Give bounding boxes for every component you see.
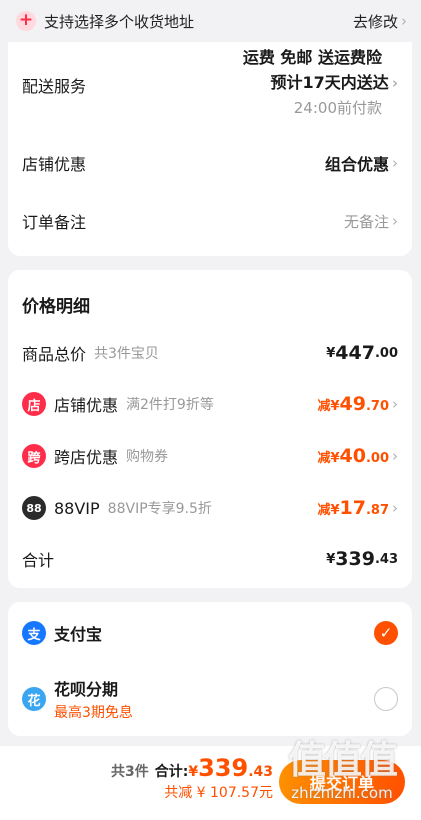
- discount-row[interactable]: 88 88VIP 88VIP专享9.5折 减¥17.87 ›: [22, 492, 398, 524]
- currency-symbol: ¥: [326, 551, 336, 567]
- vip88-icon-glyph: 88: [26, 501, 42, 515]
- chevron-right-icon: ›: [392, 154, 398, 172]
- amount-integer: 339: [198, 754, 249, 782]
- order-note-label: 订单备注: [22, 213, 87, 232]
- total-label: 合计: [22, 551, 55, 570]
- payment-option-huabei[interactable]: 花 花呗分期 最高3期免息: [22, 676, 398, 722]
- amount-integer: 447: [335, 342, 375, 364]
- cross-store-icon: 跨: [22, 444, 46, 468]
- huabei-icon-glyph: 花: [27, 693, 41, 709]
- discount-sub: 购物券: [126, 449, 169, 465]
- huabei-label: 花呗分期: [54, 680, 119, 699]
- total-label: 合计:: [154, 764, 189, 780]
- chevron-right-icon: ›: [392, 447, 398, 465]
- goods-count: 共3件宝贝: [94, 346, 159, 362]
- order-options-card: 配送服务 运费 免邮 送运费险 预计17天内送达 › 24:00前付款 店铺优惠 …: [8, 42, 412, 256]
- address-bar[interactable]: + 支持选择多个收货地址 去修改 ›: [0, 0, 421, 42]
- amount-decimal: .43: [374, 551, 398, 567]
- amount-decimal: .87: [365, 503, 389, 518]
- total-amount: ¥339.43: [326, 548, 398, 570]
- order-note-row[interactable]: 订单备注 无备注 ›: [22, 206, 398, 236]
- order-note-value: 无备注: [343, 212, 389, 231]
- payment-deadline: 24:00前付款: [293, 99, 382, 117]
- chevron-right-icon: ›: [392, 212, 398, 230]
- submit-order-button[interactable]: 提交订单: [279, 760, 405, 804]
- vip88-icon: 88: [22, 496, 46, 520]
- discount-row[interactable]: 跨 跨店优惠 购物券 减¥40.00 ›: [22, 440, 398, 472]
- amount-decimal: .00: [374, 345, 398, 361]
- chevron-right-icon: ›: [401, 12, 407, 30]
- alipay-icon-glyph: 支: [27, 627, 41, 643]
- shipping-label: 配送服务: [22, 77, 87, 96]
- goods-total-row: 商品总价 共3件宝贝 ¥447.00: [22, 338, 398, 368]
- payment-method-card: 支 支付宝 ✓ 花 花呗分期 最高3期免息: [8, 602, 412, 736]
- delivery-estimate-text: 预计17天内送达: [270, 73, 389, 92]
- delivery-estimate: 预计17天内送达 ›: [243, 70, 398, 96]
- store-discount-row[interactable]: 店铺优惠 组合优惠 ›: [22, 148, 398, 178]
- store-discount-label: 店铺优惠: [22, 155, 87, 174]
- checkout-total-amount: ¥339.43: [188, 754, 273, 782]
- selected-check-icon[interactable]: ✓: [374, 621, 398, 645]
- store-icon-glyph: 店: [27, 398, 41, 414]
- goods-total-amount: ¥447.00: [326, 342, 398, 364]
- price-detail-title: 价格明细: [22, 297, 90, 317]
- discount-amount: 减¥17.87: [317, 497, 389, 519]
- minus-prefix: 减¥: [317, 399, 340, 414]
- discount-amount: 减¥49.70: [317, 393, 389, 415]
- amount-integer: 49: [339, 393, 366, 415]
- amount-integer: 17: [339, 497, 366, 519]
- chevron-right-icon: ›: [392, 499, 398, 517]
- huabei-text: 花呗分期 最高3期免息: [54, 676, 133, 722]
- store-discount-value: 组合优惠: [324, 155, 389, 174]
- chevron-right-icon: ›: [392, 395, 398, 413]
- cross-store-icon-glyph: 跨: [27, 450, 41, 466]
- item-count: 共3件: [110, 764, 149, 780]
- discount-amount: 减¥40.00: [317, 445, 389, 467]
- amount-integer: 339: [335, 548, 375, 570]
- checkout-bar: 共3件 合计: ¥339.43 共减 ¥ 107.57元 提交订单: [0, 746, 421, 820]
- shipping-fee-text: 运费 免邮 送运费险: [242, 48, 382, 67]
- discount-label: 跨店优惠: [54, 448, 119, 467]
- huabei-promo: 最高3期免息: [54, 705, 133, 721]
- minus-prefix: 减¥: [317, 451, 340, 466]
- amount-decimal: .70: [365, 399, 389, 414]
- amount-decimal: .43: [248, 764, 273, 780]
- currency-symbol: ¥: [188, 764, 199, 780]
- discount-row[interactable]: 店 店铺优惠 满2件打9折等 减¥49.70 ›: [22, 388, 398, 420]
- discount-label: 88VIP: [54, 498, 100, 518]
- modify-address-link[interactable]: 去修改: [353, 11, 398, 32]
- add-address-icon[interactable]: +: [16, 11, 36, 31]
- multi-address-text: 支持选择多个收货地址: [44, 12, 195, 31]
- goods-total-label: 商品总价: [22, 345, 87, 364]
- price-detail-card: 价格明细 商品总价 共3件宝贝 ¥447.00 店 店铺优惠 满2件打9折等 减…: [8, 270, 412, 588]
- chevron-right-icon: ›: [391, 74, 398, 92]
- currency-symbol: ¥: [326, 345, 336, 361]
- minus-prefix: 减¥: [317, 503, 340, 518]
- payment-option-alipay[interactable]: 支 支付宝 ✓: [22, 618, 398, 648]
- alipay-label: 支付宝: [54, 625, 103, 644]
- total-row: 合计 ¥339.43: [22, 544, 398, 574]
- saved-amount: 共减 ¥ 107.57元: [164, 785, 273, 801]
- unselected-radio-icon[interactable]: [374, 687, 398, 711]
- shipping-detail[interactable]: 运费 免邮 送运费险 预计17天内送达 › 24:00前付款: [243, 46, 398, 120]
- discount-sub: 满2件打9折等: [126, 397, 214, 413]
- huabei-icon: 花: [22, 687, 46, 711]
- store-icon: 店: [22, 392, 46, 416]
- alipay-icon: 支: [22, 621, 46, 645]
- amount-decimal: .00: [365, 451, 389, 466]
- amount-integer: 40: [339, 445, 366, 467]
- discount-label: 店铺优惠: [54, 396, 119, 415]
- discount-sub: 88VIP专享9.5折: [107, 501, 212, 517]
- checkout-summary: 共3件 合计: ¥339.43 共减 ¥ 107.57元: [111, 754, 273, 802]
